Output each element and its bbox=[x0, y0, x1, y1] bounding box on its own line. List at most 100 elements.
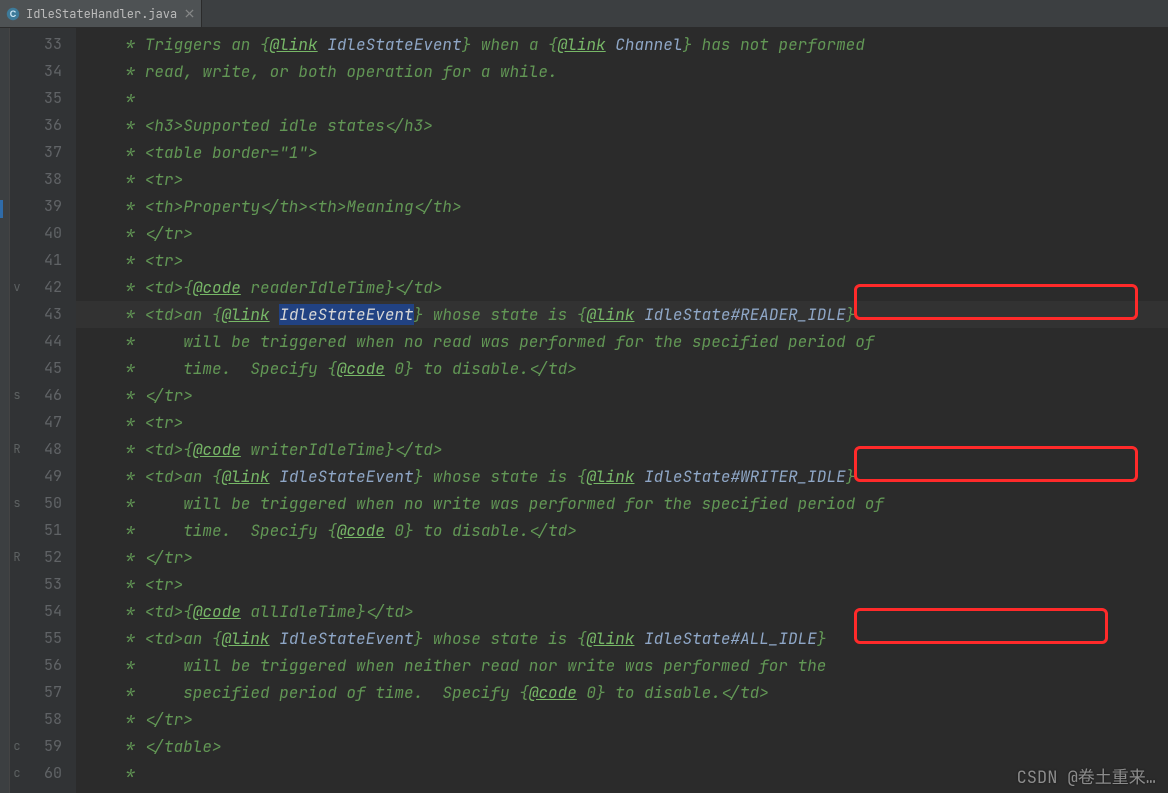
token-doc: } when a { bbox=[462, 34, 558, 55]
code-line[interactable]: * </tr> bbox=[76, 544, 1168, 571]
structure-letter: s bbox=[10, 382, 24, 409]
code-line[interactable]: * <table border="1"> bbox=[76, 139, 1168, 166]
structure-letter bbox=[10, 31, 24, 58]
code-line[interactable]: * <td>an {@link IdleStateEvent} whose st… bbox=[76, 463, 1168, 490]
code-line[interactable]: * <tr> bbox=[76, 571, 1168, 598]
token-doc: 0} to disable.</td> bbox=[385, 358, 577, 379]
line-number: 58 bbox=[24, 706, 76, 733]
structure-letter: c bbox=[10, 733, 24, 760]
code-area[interactable]: * Triggers an {@link IdleStateEvent} whe… bbox=[76, 28, 1168, 793]
token-doctag: @code bbox=[193, 601, 241, 622]
token-hl-link: IdleStateEvent bbox=[279, 628, 413, 649]
token-doc: writerIdleTime}</td> bbox=[241, 439, 443, 460]
token-doc: * <td>{ bbox=[116, 439, 193, 460]
structure-letter bbox=[10, 571, 24, 598]
code-line[interactable]: * </tr> bbox=[76, 220, 1168, 247]
code-line[interactable]: * <td>{@code writerIdleTime}</td> bbox=[76, 436, 1168, 463]
code-line[interactable]: * <h3>Supported idle states</h3> bbox=[76, 112, 1168, 139]
code-line[interactable]: * will be triggered when no write was pe… bbox=[76, 490, 1168, 517]
code-line[interactable]: * Triggers an {@link IdleStateEvent} whe… bbox=[76, 31, 1168, 58]
token-doctag: @link bbox=[586, 466, 634, 487]
token-doctag: @code bbox=[193, 439, 241, 460]
structure-letter bbox=[10, 706, 24, 733]
token-hl-link: IdleStateEvent bbox=[279, 466, 413, 487]
code-line[interactable]: * time. Specify {@code 0} to disable.</t… bbox=[76, 517, 1168, 544]
token-doc: * <tr> bbox=[116, 412, 183, 433]
token-doctag: @code bbox=[529, 682, 577, 703]
structure-letter bbox=[10, 139, 24, 166]
line-number: 51 bbox=[24, 517, 76, 544]
code-line[interactable]: * time. Specify {@code 0} to disable.</t… bbox=[76, 355, 1168, 382]
token-doc: * time. Specify { bbox=[116, 358, 337, 379]
token-doc: * </tr> bbox=[116, 385, 193, 406]
line-number: 41 bbox=[24, 247, 76, 274]
structure-letter bbox=[10, 679, 24, 706]
code-line[interactable]: * </tr> bbox=[76, 382, 1168, 409]
code-line[interactable]: * specified period of time. Specify {@co… bbox=[76, 679, 1168, 706]
token-doc bbox=[634, 466, 644, 487]
structure-letter bbox=[10, 652, 24, 679]
code-line[interactable]: * <td>an {@link IdleStateEvent} whose st… bbox=[76, 301, 1168, 328]
line-number: 44 bbox=[24, 328, 76, 355]
token-doc: * </tr> bbox=[116, 709, 193, 730]
token-doc bbox=[634, 304, 644, 325]
token-doctag: @link bbox=[270, 34, 318, 55]
structure-letter: s bbox=[10, 490, 24, 517]
line-number: 48 bbox=[24, 436, 76, 463]
token-doc: * will be triggered when neither read no… bbox=[116, 655, 826, 676]
token-doc: * <td>{ bbox=[116, 601, 193, 622]
code-line[interactable]: * bbox=[76, 760, 1168, 787]
token-sel: IdleStateEvent bbox=[279, 304, 413, 325]
token-doc: * <table border="1"> bbox=[116, 142, 318, 163]
token-doc: * <th>Property</th><th>Meaning</th> bbox=[116, 196, 462, 217]
token-doc: readerIdleTime}</td> bbox=[241, 277, 443, 298]
watermark: CSDN @卷土重来… bbox=[1017, 763, 1156, 789]
token-doc: * <tr> bbox=[116, 169, 183, 190]
token-hl-link: IdleState#READER_IDLE bbox=[644, 304, 846, 325]
line-number: 43 bbox=[24, 301, 76, 328]
token-doc bbox=[270, 466, 280, 487]
code-line[interactable]: * </table> bbox=[76, 733, 1168, 760]
code-line[interactable]: * bbox=[76, 85, 1168, 112]
line-number: 42 bbox=[24, 274, 76, 301]
token-doc: * <tr> bbox=[116, 250, 183, 271]
structure-letter bbox=[10, 409, 24, 436]
token-doc: } has not performed bbox=[682, 34, 864, 55]
code-line[interactable]: * will be triggered when no read was per… bbox=[76, 328, 1168, 355]
token-doc: 0} to disable.</td> bbox=[385, 520, 577, 541]
code-line[interactable]: * </tr> bbox=[76, 706, 1168, 733]
token-hl-link: IdleState#ALL_IDLE bbox=[644, 628, 817, 649]
token-doctag: @code bbox=[337, 520, 385, 541]
code-line[interactable]: * <th>Property</th><th>Meaning</th> bbox=[76, 193, 1168, 220]
code-line[interactable]: * will be triggered when neither read no… bbox=[76, 652, 1168, 679]
token-hl-link: Channel bbox=[615, 34, 682, 55]
line-number: 45 bbox=[24, 355, 76, 382]
structure-letter bbox=[10, 58, 24, 85]
code-line[interactable]: * <td>{@code readerIdleTime}</td> bbox=[76, 274, 1168, 301]
close-icon[interactable] bbox=[183, 8, 195, 20]
token-doc: * bbox=[116, 88, 135, 109]
code-line[interactable]: * <tr> bbox=[76, 247, 1168, 274]
token-doctag: @link bbox=[222, 466, 270, 487]
token-doc: allIdleTime}</td> bbox=[241, 601, 414, 622]
code-line[interactable]: * read, write, or both operation for a w… bbox=[76, 58, 1168, 85]
token-doc: * </tr> bbox=[116, 547, 193, 568]
structure-letter bbox=[10, 166, 24, 193]
code-line[interactable]: * <tr> bbox=[76, 166, 1168, 193]
java-class-icon: C bbox=[6, 7, 20, 21]
token-doc: } whose state is { bbox=[414, 628, 587, 649]
token-doc: * will be triggered when no read was per… bbox=[116, 331, 874, 352]
svg-text:C: C bbox=[10, 9, 17, 19]
structure-gutter: vsRsRcc bbox=[10, 28, 24, 793]
code-line[interactable]: * <td>{@code allIdleTime}</td> bbox=[76, 598, 1168, 625]
token-hl-link: IdleStateEvent bbox=[327, 34, 461, 55]
editor-tab[interactable]: C IdleStateHandler.java bbox=[0, 0, 202, 27]
token-doc: 0} to disable.</td> bbox=[577, 682, 769, 703]
structure-letter bbox=[10, 112, 24, 139]
token-doc bbox=[606, 34, 616, 55]
code-line[interactable]: * <td>an {@link IdleStateEvent} whose st… bbox=[76, 625, 1168, 652]
line-number: 47 bbox=[24, 409, 76, 436]
token-doc: } bbox=[846, 466, 856, 487]
code-line[interactable]: * <tr> bbox=[76, 409, 1168, 436]
structure-letter bbox=[10, 193, 24, 220]
